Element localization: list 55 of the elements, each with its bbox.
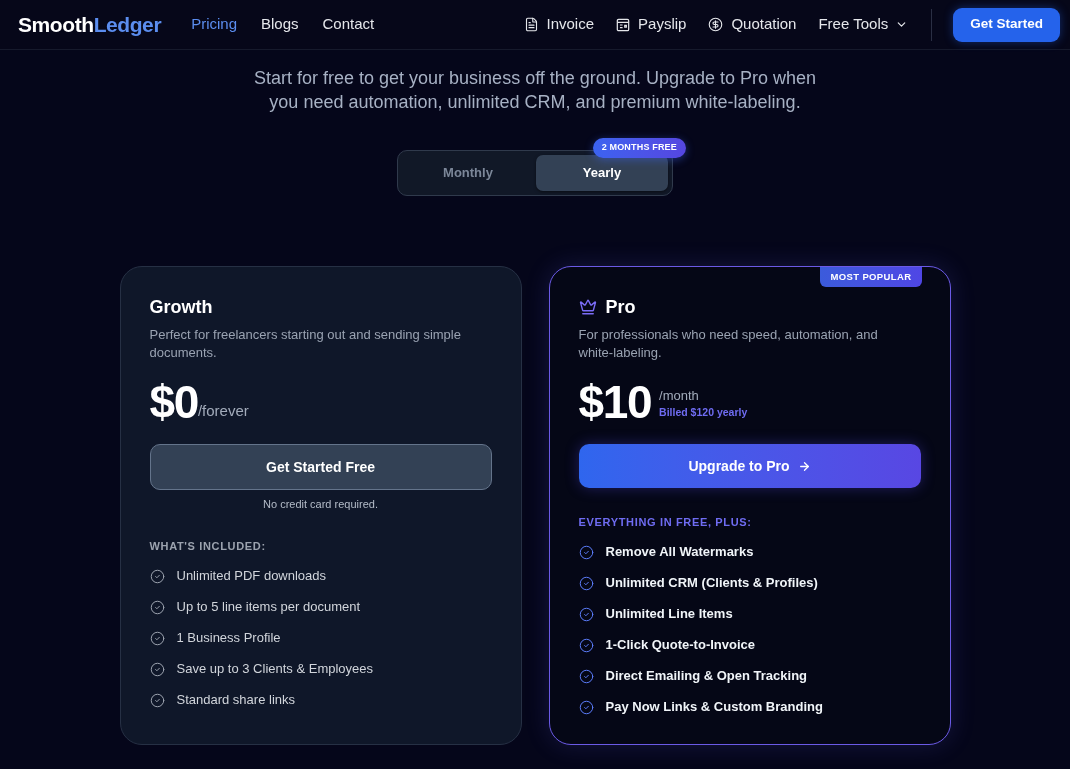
- feature-text: Unlimited PDF downloads: [176, 567, 327, 585]
- feature-text: Remove All Watermarks: [605, 543, 754, 561]
- plan-price: $10: [578, 378, 652, 426]
- plan-note: No credit card required.: [263, 497, 378, 512]
- billing-note: Billed $120 yearly: [659, 405, 748, 420]
- check-circle-icon: [578, 637, 594, 653]
- plan-name: Growth: [149, 296, 213, 319]
- most-popular-badge: MOST POPULAR: [820, 267, 922, 287]
- feature-text: 1 Business Profile: [176, 629, 281, 647]
- check-circle-icon: [578, 544, 594, 560]
- check-circle-icon: [578, 699, 594, 715]
- plan-name: Pro: [605, 296, 636, 319]
- arrow-right-icon: [797, 459, 811, 473]
- get-started-button[interactable]: Get Started: [953, 7, 1060, 42]
- feature-text: Pay Now Links & Custom Branding: [605, 698, 823, 716]
- nav-tool-link[interactable]: Payslip: [616, 13, 687, 36]
- check-circle-icon: [149, 692, 165, 708]
- nav-link[interactable]: Pricing: [191, 13, 237, 36]
- billing-option[interactable]: Yearly: [536, 155, 668, 191]
- plan-description: For professionals who need speed, automation, and white-labeling.: [578, 326, 879, 362]
- check-circle-icon: [578, 606, 594, 622]
- get-started-free-button[interactable]: Get Started Free: [149, 444, 492, 490]
- check-circle-icon: [149, 599, 165, 615]
- feature-text: Up to 5 line items per document: [176, 598, 361, 616]
- feature-text: Standard share links: [176, 691, 295, 709]
- nav-tool-link[interactable]: Quotation: [708, 13, 797, 36]
- intro-text: Start for free to get your business off the ground. Upgrade to Pro when you need automation, unlimited CRM, and premium white-labeling.: [253, 67, 817, 114]
- feature-text: Save up to 3 Clients & Employees: [176, 660, 374, 678]
- billing-option[interactable]: Monthly: [402, 155, 534, 191]
- feature-text: Unlimited CRM (Clients & Profiles): [605, 574, 818, 592]
- upgrade-button[interactable]: Upgrade to Pro: [578, 444, 921, 488]
- check-circle-icon: [149, 661, 165, 677]
- form-panel-icon: [616, 17, 631, 32]
- discount-badge: 2 MONTHS FREE: [592, 138, 686, 158]
- free-tools-menu[interactable]: Free Tools: [818, 13, 909, 36]
- nav-link[interactable]: Contact: [322, 13, 375, 36]
- logo[interactable]: SmoothLedger: [18, 14, 162, 35]
- check-circle-icon: [578, 575, 594, 591]
- check-circle-icon: [578, 668, 594, 684]
- feature-text: Direct Emailing & Open Tracking: [605, 667, 808, 685]
- price-period: /month: [659, 388, 700, 404]
- feature-text: 1-Click Quote-to-Invoice: [605, 636, 756, 654]
- dollar-circle-icon: [708, 17, 724, 32]
- crown-icon: [578, 298, 597, 316]
- nav-tool-link[interactable]: Invoice: [523, 13, 595, 36]
- feature-text: Unlimited Line Items: [605, 605, 733, 623]
- price-period: /forever: [197, 402, 249, 419]
- features-heading: WHAT'S INCLUDED:: [149, 539, 266, 554]
- document-icon: [523, 17, 539, 32]
- plan-description: Perfect for freelancers starting out and sending simple documents.: [149, 326, 462, 362]
- nav-link[interactable]: Blogs: [261, 13, 299, 36]
- check-circle-icon: [149, 568, 165, 584]
- check-circle-icon: [149, 630, 165, 646]
- features-heading: EVERYTHING IN FREE, PLUS:: [578, 515, 752, 530]
- plan-price: $0: [149, 378, 198, 426]
